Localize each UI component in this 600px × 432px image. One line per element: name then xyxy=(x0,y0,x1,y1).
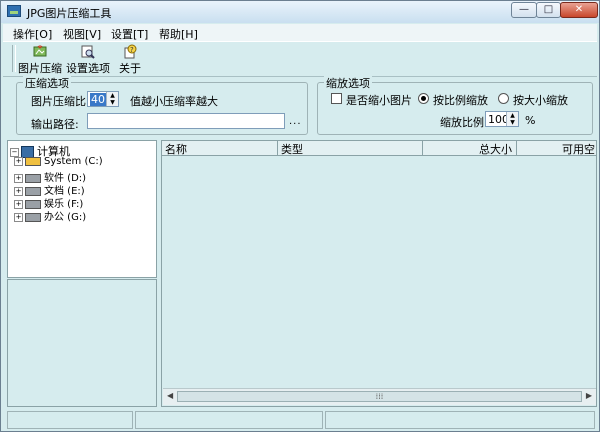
title-bar[interactable]: JPG图片压缩工具 — □ ✕ xyxy=(1,1,599,23)
close-button[interactable]: ✕ xyxy=(560,2,598,18)
compress-ratio-spinner[interactable]: 40 ▲ ▼ xyxy=(87,91,119,107)
compress-ratio-hint: 值越小压缩率越大 xyxy=(130,95,218,108)
status-panel xyxy=(325,411,595,429)
svg-text:?: ? xyxy=(130,46,134,54)
toolbar: 图片压缩 设置选项 ? 关于 xyxy=(3,41,597,77)
drive-icon xyxy=(25,212,41,222)
scale-ratio-spinner[interactable]: 100 ▲ ▼ xyxy=(485,111,519,127)
settings-magnifier-icon xyxy=(65,44,111,60)
scale-options-group: 缩放选项 是否缩小图片 按比例缩放 按大小缩放 缩放比例 100 ▲ ▼ % xyxy=(317,75,593,135)
spinner-arrows-icon[interactable]: ▲ ▼ xyxy=(506,112,518,126)
toolbar-separator xyxy=(12,45,16,72)
about-button[interactable]: ? 关于 xyxy=(115,44,145,75)
about-help-icon: ? xyxy=(115,44,145,60)
output-path-label: 输出路径: xyxy=(31,118,79,131)
tree-item[interactable]: + 娱乐 (F:) xyxy=(14,195,83,210)
settings-button-label: 设置选项 xyxy=(66,62,110,75)
scroll-left-icon[interactable]: ◀ xyxy=(167,391,173,400)
column-header-type[interactable]: 类型 xyxy=(278,141,423,155)
compress-options-legend: 压缩选项 xyxy=(23,75,71,91)
menu-help[interactable]: 帮助[H] xyxy=(159,26,198,42)
scale-options-legend: 缩放选项 xyxy=(324,75,372,91)
drive-label: 办公 (G:) xyxy=(44,212,87,223)
menu-bar: 操作[O] 视图[V] 设置[T] 帮助[H] xyxy=(3,24,597,41)
spinner-arrows-icon[interactable]: ▲ ▼ xyxy=(106,92,118,106)
scale-by-ratio-label: 按比例缩放 xyxy=(433,94,488,107)
tree-root[interactable]: − 计算机 xyxy=(10,143,70,158)
window-title: JPG图片压缩工具 xyxy=(27,7,112,20)
menu-operate[interactable]: 操作[O] xyxy=(13,26,52,42)
scale-ratio-unit: % xyxy=(525,114,536,127)
compress-ratio-value: 40 xyxy=(90,93,106,106)
about-button-label: 关于 xyxy=(119,62,141,75)
file-list[interactable]: 名称 类型 总大小 可用空 ◀ ⁞⁞⁞ ▶ xyxy=(161,140,597,407)
status-bar xyxy=(3,411,597,429)
file-list-header: 名称 类型 总大小 可用空 xyxy=(162,141,596,156)
compress-button-label: 图片压缩 xyxy=(18,62,62,75)
compress-options-group: 压缩选项 图片压缩比 40 ▲ ▼ 值越小压缩率越大 输出路径: ... xyxy=(16,75,308,135)
tree-item[interactable]: + 软件 (D:) xyxy=(14,169,86,184)
shrink-image-label: 是否缩小图片 xyxy=(346,94,412,107)
preview-pane xyxy=(7,279,157,407)
status-panel xyxy=(135,411,323,429)
column-header-name[interactable]: 名称 xyxy=(162,141,278,155)
horizontal-scrollbar[interactable]: ◀ ⁞⁞⁞ ▶ xyxy=(163,388,596,405)
image-compress-icon xyxy=(17,44,63,60)
compress-ratio-label: 图片压缩比 xyxy=(31,95,86,108)
app-icon xyxy=(7,5,21,17)
drive-icon xyxy=(25,156,41,166)
drive-tree[interactable]: − 计算机 + System (C:) + 软件 (D:) + 文档 (E:) + 娱乐 … xyxy=(7,140,157,278)
expand-icon[interactable]: + xyxy=(14,156,23,166)
column-header-free-space[interactable]: 可用空 xyxy=(517,141,596,155)
scroll-thumb[interactable]: ⁞⁞⁞ xyxy=(177,391,582,402)
maximize-button[interactable]: □ xyxy=(536,2,561,18)
minimize-button[interactable]: — xyxy=(511,2,537,18)
scroll-right-icon[interactable]: ▶ xyxy=(586,391,592,400)
scale-by-ratio-radio[interactable] xyxy=(418,93,429,104)
tree-item[interactable]: + System (C:) xyxy=(14,156,103,169)
column-header-total-size[interactable]: 总大小 xyxy=(423,141,517,155)
browse-button[interactable]: ... xyxy=(289,116,302,127)
scale-by-size-label: 按大小缩放 xyxy=(513,94,568,107)
menu-settings[interactable]: 设置[T] xyxy=(111,26,148,42)
drive-label: System (C:) xyxy=(44,156,103,167)
main-window: JPG图片压缩工具 — □ ✕ 操作[O] 视图[V] 设置[T] 帮助[H] … xyxy=(0,0,600,432)
settings-button[interactable]: 设置选项 xyxy=(65,44,111,75)
shrink-image-checkbox[interactable] xyxy=(331,93,342,104)
compress-button[interactable]: 图片压缩 xyxy=(17,44,63,75)
scale-ratio-label: 缩放比例 xyxy=(440,116,484,129)
output-path-input[interactable] xyxy=(87,113,285,129)
status-panel xyxy=(7,411,133,429)
expand-icon[interactable]: + xyxy=(14,212,23,222)
tree-item[interactable]: + 文档 (E:) xyxy=(14,182,85,197)
tree-item[interactable]: + 办公 (G:) xyxy=(14,208,87,223)
scale-by-size-radio[interactable] xyxy=(498,93,509,104)
menu-view[interactable]: 视图[V] xyxy=(63,26,101,42)
